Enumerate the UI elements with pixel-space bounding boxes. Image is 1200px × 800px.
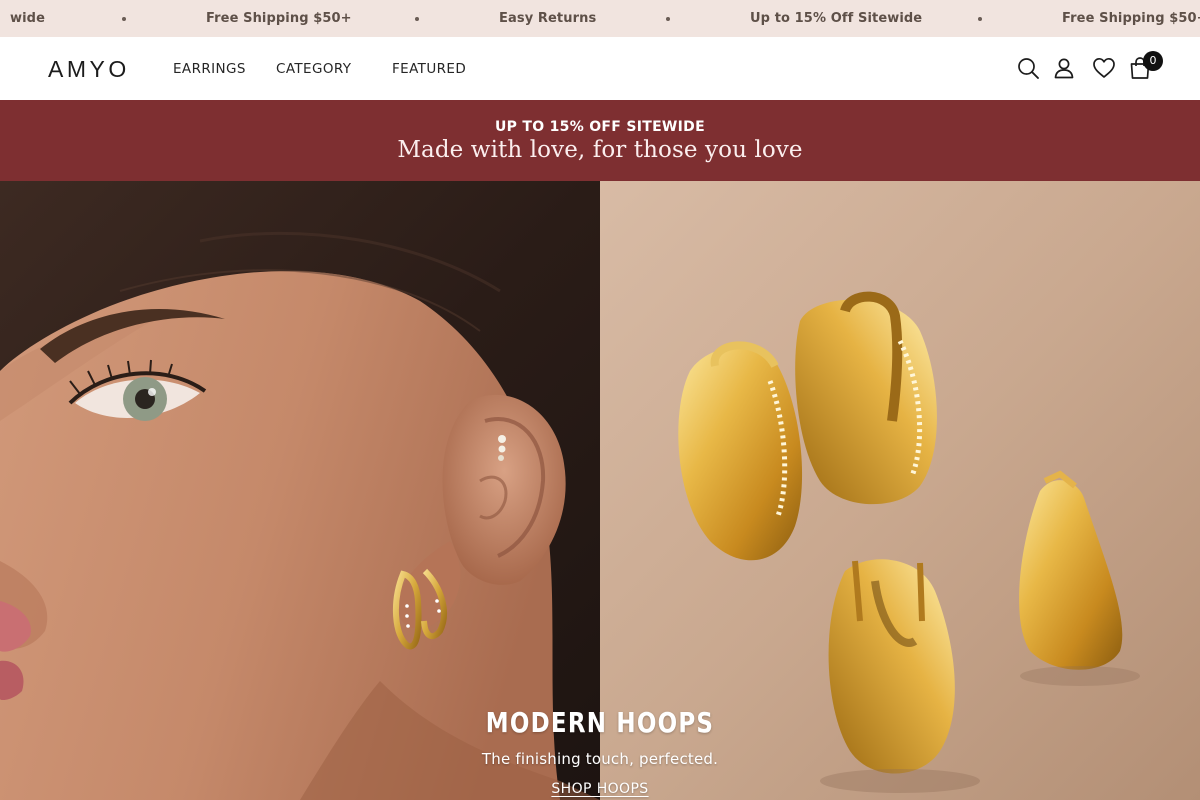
announcement-item: Free Shipping $50+ — [1062, 11, 1200, 26]
announcement-item: Free Shipping $50+ — [206, 11, 352, 26]
announcement-item: Easy Returns — [499, 11, 597, 26]
separator-dot — [415, 17, 419, 21]
search-icon[interactable] — [1015, 55, 1041, 81]
separator-dot — [666, 17, 670, 21]
promo-kicker: UP TO 15% OFF SITEWIDE — [495, 119, 705, 135]
site-header: AMYO EARRINGS CATEGORY FEATURED 0 — [0, 37, 1200, 100]
announcement-bar: wide Free Shipping $50+ Easy Returns Up … — [0, 0, 1200, 37]
hero-subtitle: The finishing touch, perfected. — [481, 750, 719, 768]
shop-hoops-link[interactable]: SHOP HOOPS — [551, 781, 648, 797]
separator-dot — [122, 17, 126, 21]
nav-category[interactable]: CATEGORY — [276, 59, 351, 79]
cart-count-badge: 0 — [1143, 51, 1163, 71]
nav-featured[interactable]: FEATURED — [392, 59, 466, 79]
hero-banner[interactable]: MODERN HOOPS The finishing touch, perfec… — [0, 181, 1200, 800]
announcement-item: wide — [10, 11, 45, 26]
promo-banner: UP TO 15% OFF SITEWIDE Made with love, f… — [0, 100, 1200, 181]
hero-title: MODERN HOOPS — [485, 706, 715, 739]
separator-dot — [978, 17, 982, 21]
brand-logo[interactable]: AMYO — [48, 54, 130, 84]
announcement-item: Up to 15% Off Sitewide — [750, 11, 923, 26]
nav-earrings[interactable]: EARRINGS — [173, 59, 246, 79]
promo-headline: Made with love, for those you love — [397, 137, 803, 163]
wishlist-icon[interactable] — [1091, 55, 1117, 81]
account-icon[interactable] — [1051, 55, 1077, 81]
announcement-track: wide Free Shipping $50+ Easy Returns Up … — [0, 0, 1200, 37]
